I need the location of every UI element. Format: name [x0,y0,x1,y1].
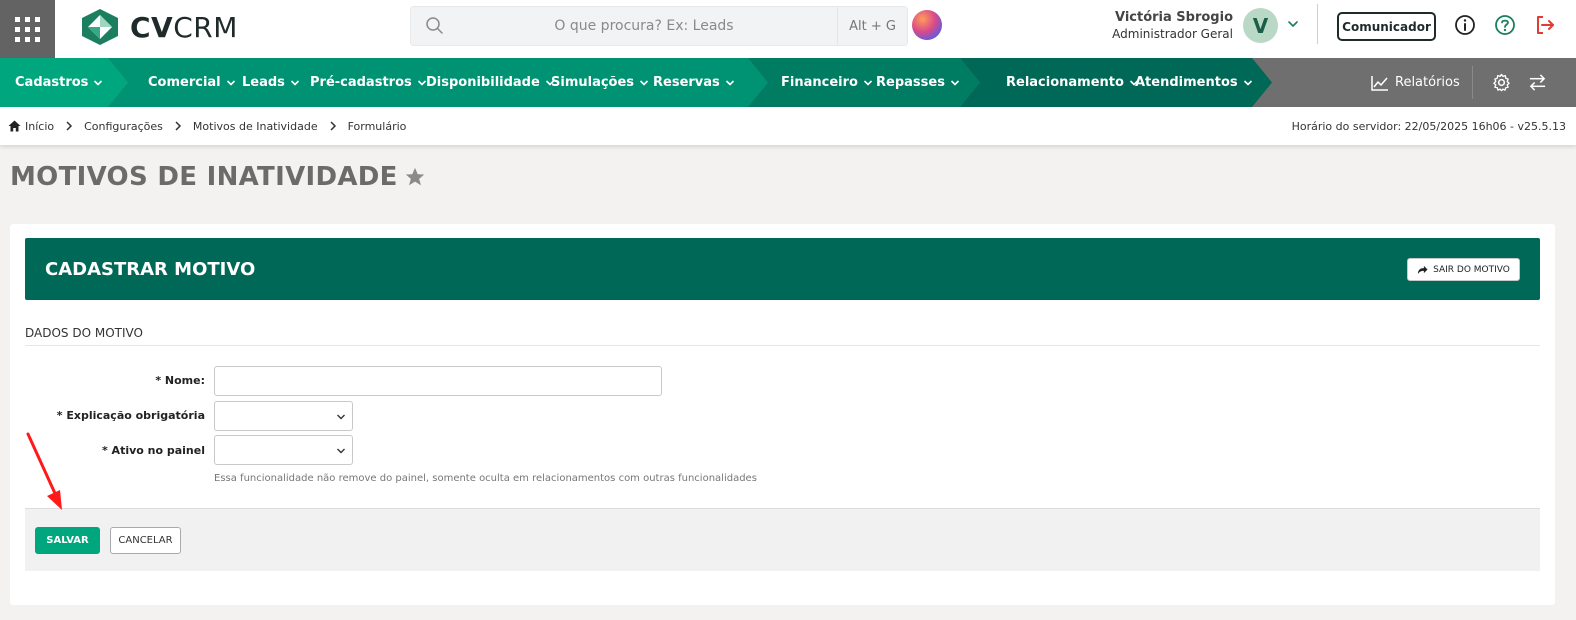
chevron-down-icon [290,79,299,86]
main-nav: Cadastros Comercial Leads Pré-cadastros … [0,58,1576,107]
chevron-down-icon [1243,79,1252,86]
breadcrumb-configuracoes[interactable]: Configurações [84,120,163,133]
swap-icon[interactable] [1528,73,1547,92]
user-name: Victória Sbrogio [1114,10,1233,25]
breadcrumb-bar: Início Configurações Motivos de Inativid… [0,107,1576,145]
ativo-hint: Essa funcionalidade não remove do painel… [214,473,757,484]
server-time: Horário do servidor: 22/05/2025 16h06 - … [1291,119,1566,133]
chevron-down-icon [725,79,734,86]
nav-repasses[interactable]: Repasses [876,58,960,107]
section-title: DADOS DO MOTIVO [25,326,143,340]
form-footer: SALVAR CANCELAR [25,508,1540,571]
star-icon[interactable] [404,166,426,188]
home-icon[interactable] [8,120,21,132]
nav-relatorios[interactable]: Relatórios [1371,58,1460,107]
search-input[interactable] [451,7,837,45]
nav-reservas[interactable]: Reservas [653,58,735,107]
chart-icon [1371,75,1388,91]
cancel-button[interactable]: CANCELAR [110,527,181,554]
header-divider [1317,4,1318,44]
app-logo[interactable]: CVCRM [80,7,238,47]
explicacao-label: * Explicação obrigatória [56,409,205,422]
logo-text: CVCRM [130,10,238,44]
chevron-down-icon [226,79,235,86]
save-button[interactable]: SALVAR [35,527,100,554]
nav-cadastros[interactable]: Cadastros [15,58,103,107]
nav-leads[interactable]: Leads [242,58,300,107]
exit-button[interactable]: SAIR DO MOTIVO [1407,258,1520,281]
search-shortcut-hint: Alt + G [837,7,907,45]
global-search: Alt + G [410,6,908,46]
section-divider [25,345,1540,346]
help-icon[interactable] [1494,14,1516,36]
apps-grid-icon [15,16,40,42]
explicacao-select[interactable] [214,401,353,431]
apps-menu-button[interactable] [0,0,55,58]
breadcrumb-inicio[interactable]: Início [25,120,54,133]
chevron-down-icon [337,448,345,454]
breadcrumb-formulario: Formulário [347,119,407,133]
assistant-orb-icon[interactable] [912,10,942,40]
chevron-right-icon [330,121,336,131]
form-card: CADASTRAR MOTIVO SAIR DO MOTIVO DADOS DO… [10,224,1555,605]
search-icon [426,17,443,34]
nome-label: * Nome: [155,374,205,387]
chevron-right-icon [175,121,181,131]
nome-input[interactable] [214,366,662,396]
chevron-down-icon[interactable] [1286,17,1300,31]
share-icon [1418,265,1428,275]
user-role: Administrador Geral [1112,27,1233,41]
gear-icon[interactable] [1492,73,1511,92]
avatar[interactable]: V [1243,8,1278,43]
page-title: MOTIVOS DE INATIVIDADE [10,162,426,192]
info-icon[interactable] [1454,14,1476,36]
annotation-arrow [26,432,62,510]
user-info[interactable]: Victória Sbrogio Administrador Geral [1112,10,1233,42]
cvcrm-logo-icon [82,9,118,45]
logout-icon[interactable] [1534,14,1556,36]
nav-relacionamento[interactable]: Relacionamento [1006,58,1139,107]
nav-divider [1472,66,1473,99]
breadcrumb: Início Configurações Motivos de Inativid… [8,107,406,145]
nav-pre-cadastros[interactable]: Pré-cadastros [310,58,427,107]
card-title: CADASTRAR MOTIVO [45,258,256,280]
nav-comercial[interactable]: Comercial [148,58,236,107]
top-header: CVCRM Alt + G Victória Sbrogio Administr… [0,0,1576,58]
nav-financeiro[interactable]: Financeiro [781,58,873,107]
chevron-down-icon [950,79,960,86]
comunicador-button[interactable]: Comunicador [1337,12,1436,41]
card-header: CADASTRAR MOTIVO SAIR DO MOTIVO [25,238,1540,300]
chevron-right-icon [66,121,73,131]
nav-atendimentos[interactable]: Atendimentos [1135,58,1253,107]
nav-disponibilidade[interactable]: Disponibilidade [426,58,555,107]
chevron-down-icon [94,79,103,86]
chevron-down-icon [863,79,873,86]
chevron-down-icon [337,414,345,420]
nav-simulacoes[interactable]: Simulações [551,58,649,107]
breadcrumb-motivos[interactable]: Motivos de Inatividade [193,120,318,133]
chevron-down-icon [639,79,649,86]
ativo-select[interactable] [214,435,353,465]
